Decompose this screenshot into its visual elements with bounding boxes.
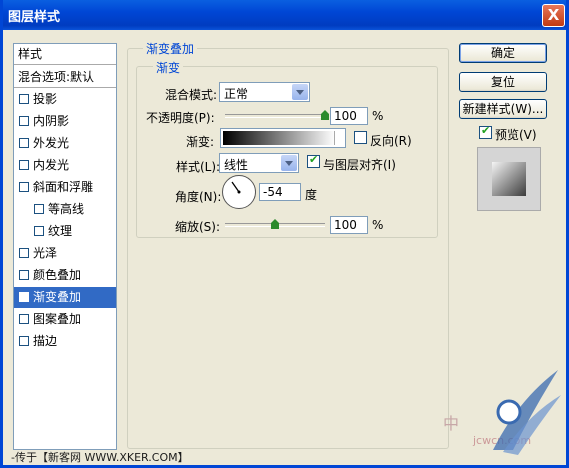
- title-bar[interactable]: 图层样式 X: [0, 0, 569, 30]
- style-item-checkbox[interactable]: ✔: [19, 292, 29, 304]
- style-item-checkbox[interactable]: [19, 94, 29, 104]
- style-item-label: 内阴影: [33, 114, 70, 128]
- style-item[interactable]: 外发光: [14, 133, 116, 154]
- style-item-label: 颜色叠加: [33, 268, 82, 282]
- watermark-text: -传于【新客网 WWW.XKER.COM】: [11, 451, 189, 464]
- opacity-unit: %: [372, 109, 384, 123]
- style-value: 线性: [224, 158, 249, 172]
- style-item-label: 渐变叠加: [33, 290, 82, 304]
- style-item-label: 斜面和浮雕: [33, 180, 94, 194]
- angle-label: 角度(N):: [175, 190, 222, 204]
- new-style-button[interactable]: 新建样式(W)...: [459, 99, 547, 119]
- watermark-zhong: 中: [443, 414, 460, 433]
- gradient-swatch[interactable]: [223, 131, 335, 145]
- reset-button[interactable]: 复位: [459, 72, 547, 92]
- style-item-checkbox[interactable]: [19, 116, 29, 126]
- style-list: 样式 混合选项:默认 投影内阴影外发光内发光斜面和浮雕等高线纹理光泽颜色叠加 ✔ 渐…: [13, 43, 117, 450]
- blend-mode-value: 正常: [224, 87, 249, 101]
- style-select[interactable]: 线性: [219, 153, 299, 173]
- opacity-slider-track[interactable]: [225, 114, 325, 118]
- reverse-checkbox[interactable]: [354, 131, 367, 144]
- preview-checkbox[interactable]: ✔: [479, 124, 492, 139]
- gradient-group-title: 渐变: [153, 59, 184, 76]
- style-item[interactable]: ✔ 渐变叠加: [14, 287, 116, 308]
- style-item-label: 等高线: [48, 202, 85, 216]
- style-item-label: 投影: [33, 92, 58, 106]
- style-item[interactable]: 内发光: [14, 155, 116, 176]
- blend-options-item[interactable]: 混合选项:默认: [14, 67, 116, 88]
- style-item-checkbox[interactable]: [19, 160, 29, 170]
- scale-unit: %: [372, 218, 384, 232]
- opacity-label: 不透明度(P):: [146, 111, 215, 125]
- style-item[interactable]: 图案叠加: [14, 309, 116, 330]
- style-item-label: 外发光: [33, 136, 70, 150]
- window-title: 图层样式: [8, 10, 61, 25]
- style-item-checkbox[interactable]: [19, 182, 29, 192]
- style-item[interactable]: 纹理: [14, 221, 116, 242]
- angle-unit: 度: [305, 188, 318, 202]
- style-item-checkbox[interactable]: [19, 270, 29, 280]
- align-checkbox[interactable]: ✔: [307, 153, 320, 168]
- preview-label: 预览(V): [495, 128, 537, 142]
- section-title: 渐变叠加: [143, 40, 198, 57]
- window-border-left: [0, 0, 3, 468]
- style-item-checkbox[interactable]: [34, 226, 44, 236]
- blend-mode-select[interactable]: 正常: [219, 82, 310, 102]
- scale-label: 缩放(S):: [175, 220, 221, 234]
- style-item-checkbox[interactable]: [19, 336, 29, 346]
- gradient-label: 渐变:: [186, 135, 215, 149]
- dialog-body: 样式 混合选项:默认 投影内阴影外发光内发光斜面和浮雕等高线纹理光泽颜色叠加 ✔ 渐…: [3, 30, 566, 465]
- style-item-checkbox[interactable]: [19, 138, 29, 148]
- angle-dial[interactable]: [222, 175, 256, 209]
- style-item-label: 内发光: [33, 158, 70, 172]
- checkmark-icon: ✔: [309, 153, 319, 166]
- opacity-input[interactable]: 100: [330, 107, 368, 125]
- style-label: 样式(L):: [176, 160, 221, 174]
- close-button[interactable]: X: [542, 4, 565, 27]
- chevron-down-icon: [281, 155, 297, 171]
- gradient-dropdown-arrow[interactable]: [334, 131, 344, 145]
- style-preview: [477, 147, 541, 211]
- angle-input[interactable]: -54: [259, 183, 301, 201]
- style-item-checkbox[interactable]: [19, 314, 29, 324]
- style-item-checkbox[interactable]: [19, 248, 29, 258]
- style-item[interactable]: 斜面和浮雕: [14, 177, 116, 198]
- style-item-label: 纹理: [48, 224, 73, 238]
- checkmark-icon: ✔: [20, 293, 29, 304]
- style-item[interactable]: 内阴影: [14, 111, 116, 132]
- style-list-header[interactable]: 样式: [14, 44, 116, 65]
- angle-needle-icon: [231, 181, 241, 194]
- style-item[interactable]: 描边: [14, 331, 116, 352]
- reverse-label: 反向(R): [370, 134, 412, 148]
- checkmark-icon: ✔: [481, 124, 491, 137]
- style-item[interactable]: 光泽: [14, 243, 116, 264]
- style-item[interactable]: 等高线: [14, 199, 116, 220]
- align-label: 与图层对齐(I): [323, 158, 396, 172]
- scale-input[interactable]: 100: [330, 216, 368, 234]
- chevron-down-icon: [292, 84, 308, 100]
- gradient-picker[interactable]: [220, 128, 346, 148]
- style-item-label: 光泽: [33, 246, 58, 260]
- style-item[interactable]: 投影: [14, 89, 116, 110]
- style-item-checkbox[interactable]: [34, 204, 44, 214]
- preview-swatch: [492, 162, 526, 196]
- style-item-label: 图案叠加: [33, 312, 82, 326]
- ok-button[interactable]: 确定: [459, 43, 547, 63]
- style-item[interactable]: 颜色叠加: [14, 265, 116, 286]
- style-item-label: 描边: [33, 334, 58, 348]
- close-icon: X: [547, 6, 560, 24]
- blend-mode-label: 混合模式:: [165, 88, 218, 102]
- watermark-logo-icon: [493, 370, 561, 455]
